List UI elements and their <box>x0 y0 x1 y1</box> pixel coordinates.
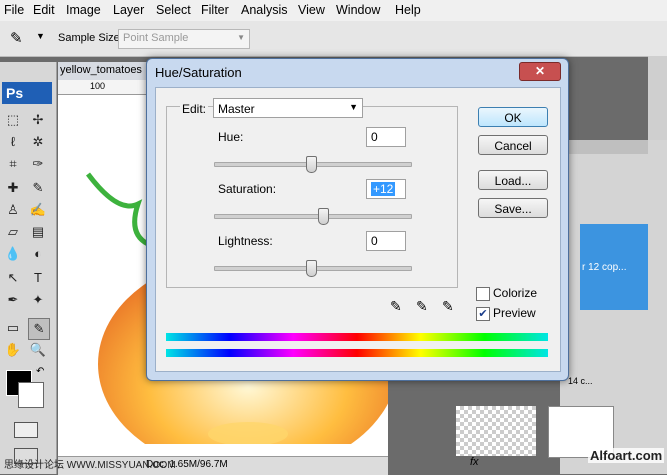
menu-view[interactable]: View <box>298 3 325 17</box>
saturation-slider-thumb[interactable] <box>318 208 329 225</box>
eyedropper-icon[interactable]: ✎ <box>390 298 402 315</box>
colorize-checkbox[interactable] <box>476 287 490 301</box>
saturation-field[interactable]: +12 <box>366 179 406 199</box>
menu-bar: File Edit Image Layer Select Filter Anal… <box>0 0 667 22</box>
toolbox: Ps ⬚ ✢ ℓ ✲ ⌗ ✑ ✚ ✎ ♙ ✍ ▱ ▤ 💧 ◐ ↖ T ✒ ✦ ▭… <box>0 62 57 474</box>
eyedropper-plus-icon[interactable]: ✎ <box>416 298 428 315</box>
close-icon[interactable]: ✕ <box>519 62 561 81</box>
edit-select-value: Master <box>218 102 255 116</box>
tool-preset-arrow-icon[interactable]: ▼ <box>36 31 45 41</box>
path-select-icon[interactable]: ↖ <box>3 268 23 288</box>
saturation-label: Saturation: <box>218 182 277 196</box>
background-color-swatch[interactable] <box>18 382 44 408</box>
eyedropper-icon[interactable]: ✎ <box>10 29 23 47</box>
menu-filter[interactable]: Filter <box>201 3 229 17</box>
options-bar: ✎ ▼ Sample Size: Point Sample ▼ <box>0 21 667 57</box>
slice-tool-icon[interactable]: ✑ <box>28 154 48 174</box>
shape-tool-icon[interactable]: ✦ <box>28 290 48 310</box>
hue-label: Hue: <box>218 130 244 144</box>
document-tab-title[interactable]: yellow_tomatoes <box>60 64 142 76</box>
fx-icon[interactable]: fx <box>470 456 479 468</box>
menu-analysis[interactable]: Analysis <box>241 3 288 17</box>
dodge-tool-icon[interactable]: ◐ <box>28 244 48 264</box>
menu-image[interactable]: Image <box>66 3 101 17</box>
marquee-tool-icon[interactable]: ⬚ <box>3 110 23 130</box>
sample-size-select[interactable]: Point Sample ▼ <box>118 29 250 49</box>
layer-row-selected[interactable]: r 12 cop... <box>580 224 648 310</box>
watermark-left: 思缘设计论坛 WWW.MISSYUAN.COM <box>4 460 176 471</box>
input-spectrum-bar <box>166 333 548 341</box>
eraser-tool-icon[interactable]: ▱ <box>3 222 23 242</box>
preview-checkbox[interactable]: ✔ <box>476 307 490 321</box>
hue-field[interactable]: 0 <box>366 127 406 147</box>
zoom-tool-icon[interactable]: 🔍 <box>28 340 48 360</box>
magic-wand-icon[interactable]: ✲ <box>28 132 48 152</box>
brush-tool-icon[interactable]: ✎ <box>28 178 48 198</box>
dialog-title: Hue/Saturation <box>155 65 242 80</box>
save-button[interactable]: Save... <box>478 198 548 218</box>
gradient-tool-icon[interactable]: ▤ <box>28 222 48 242</box>
preview-label: Preview <box>493 306 536 320</box>
eyedropper-tool-icon[interactable]: ✎ <box>28 318 50 340</box>
hand-tool-icon[interactable]: ✋ <box>3 340 23 360</box>
hue-saturation-dialog: Hue/Saturation ✕ Edit: Master ▼ Hue: 0 S… <box>146 58 569 381</box>
menu-edit[interactable]: Edit <box>33 3 55 17</box>
move-tool-icon[interactable]: ✢ <box>28 110 48 130</box>
lightness-label: Lightness: <box>218 234 273 248</box>
crop-tool-icon[interactable]: ⌗ <box>3 154 23 174</box>
menu-select[interactable]: Select <box>156 3 191 17</box>
cancel-button[interactable]: Cancel <box>478 135 548 155</box>
menu-layer[interactable]: Layer <box>113 3 144 17</box>
load-button[interactable]: Load... <box>478 170 548 190</box>
type-tool-icon[interactable]: T <box>28 268 48 288</box>
layer-name-2: 14 c... <box>568 376 593 386</box>
menu-help[interactable]: Help <box>395 3 421 17</box>
pen-tool-icon[interactable]: ✒ <box>3 290 23 310</box>
ruler-mark: 100 <box>90 81 106 91</box>
saturation-slider[interactable] <box>214 214 412 219</box>
hue-slider-thumb[interactable] <box>306 156 317 173</box>
sample-size-value: Point Sample <box>123 32 189 44</box>
menu-window[interactable]: Window <box>336 3 380 17</box>
healing-brush-icon[interactable]: ✚ <box>3 178 23 198</box>
chevron-down-icon: ▼ <box>237 33 245 42</box>
edit-select[interactable]: Master ▼ <box>213 98 363 118</box>
sample-size-label: Sample Size: <box>58 32 123 44</box>
quick-mask-icon[interactable] <box>14 422 38 438</box>
watermark-right: Alfoart.com <box>588 448 665 463</box>
notes-tool-icon[interactable]: ▭ <box>3 318 23 338</box>
dialog-body: Edit: Master ▼ Hue: 0 Saturation: +12 Li… <box>155 87 561 372</box>
layers-panel: r 12 cop... 14 c... fx <box>456 140 667 474</box>
saturation-value: +12 <box>371 182 396 196</box>
photoshop-logo: Ps <box>2 82 52 104</box>
layers-panel-header <box>560 140 648 154</box>
chevron-down-icon: ▼ <box>349 102 358 112</box>
blur-tool-icon[interactable]: 💧 <box>3 244 23 264</box>
history-brush-icon[interactable]: ✍ <box>28 200 48 220</box>
layer-thumbnail[interactable] <box>456 406 536 456</box>
lightness-slider-thumb[interactable] <box>306 260 317 277</box>
colorize-label: Colorize <box>493 286 538 300</box>
menu-file[interactable]: File <box>4 3 24 17</box>
edit-label: Edit: <box>180 102 209 116</box>
stamp-tool-icon[interactable]: ♙ <box>3 200 23 220</box>
layer-name: r 12 cop... <box>582 262 627 273</box>
ok-button[interactable]: OK <box>478 107 548 127</box>
swap-colors-icon[interactable]: ↶ <box>36 366 44 377</box>
eyedropper-minus-icon[interactable]: ✎ <box>442 298 454 315</box>
output-spectrum-bar <box>166 349 548 357</box>
lightness-field[interactable]: 0 <box>366 231 406 251</box>
lasso-tool-icon[interactable]: ℓ <box>3 132 23 152</box>
